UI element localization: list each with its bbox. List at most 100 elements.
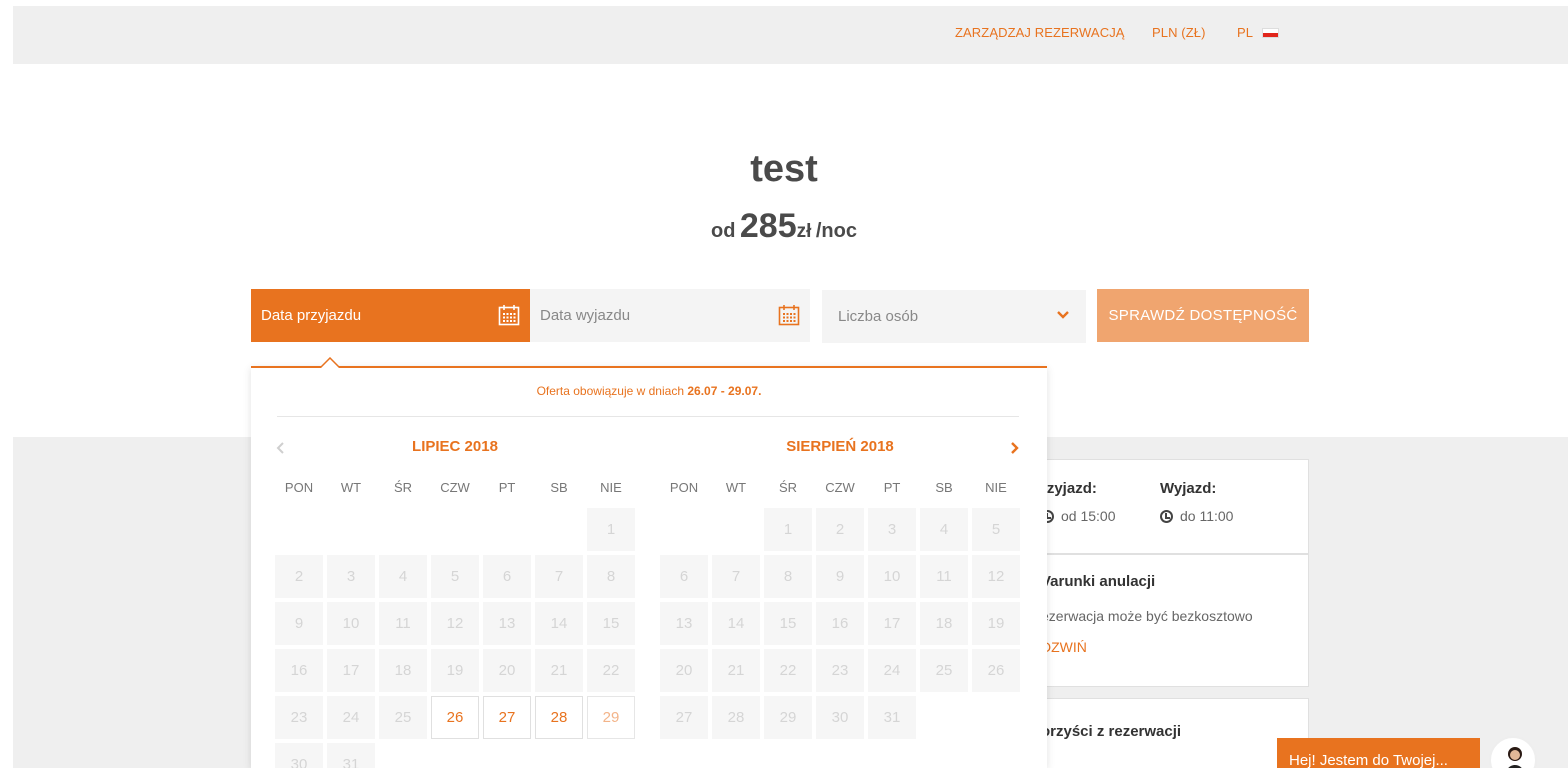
weekday-label: ŚR — [393, 480, 413, 495]
day-grid: 1 2 3 4 5 6 7 8 9 10 11 12 13 14 15 16 17 18 19 20 21 22 23 24 2… — [275, 508, 635, 768]
price-suffix: /noc — [815, 220, 857, 242]
weekday-row: PON WT ŚR CZW PT SB NIE — [275, 480, 635, 496]
calendar-day: 12 — [972, 555, 1020, 598]
calendar-day: 11 — [920, 555, 968, 598]
weekday-label: NIE — [985, 480, 1007, 495]
benefits-card: orzyści z rezerwacji — [1040, 698, 1309, 768]
calendar-day: 30 — [816, 696, 864, 739]
calendar-day: 15 — [587, 602, 635, 645]
departure-heading: Wyjazd: — [1160, 480, 1217, 497]
empty-cell — [327, 508, 375, 551]
expand-link[interactable]: DZWIŃ — [1041, 639, 1087, 655]
calendar-day: 10 — [327, 602, 375, 645]
departure-time-text: do 11:00 — [1180, 508, 1234, 524]
datepicker-caret — [320, 357, 340, 368]
calendar-day[interactable]: 29 — [587, 696, 635, 739]
calendar-day: 23 — [816, 649, 864, 692]
chevron-left-icon[interactable] — [275, 441, 287, 455]
weekday-label: WT — [725, 480, 747, 495]
chevron-right-icon[interactable] — [1008, 441, 1020, 455]
check-availability-button[interactable]: SPRAWDŹ DOSTĘPNOŚĆ — [1097, 289, 1309, 342]
datepicker-popup: Oferta obowiązuje w dniach 26.07 - 29.07… — [251, 366, 1047, 768]
calendar-day[interactable]: 27 — [483, 696, 531, 739]
weekday-label: CZW — [440, 480, 470, 495]
calendar-day: 24 — [868, 649, 916, 692]
calendar-day: 30 — [275, 743, 323, 768]
price-currency: zł — [796, 221, 812, 242]
arrival-heading: rzyjazd: — [1041, 480, 1097, 497]
calendar-day: 16 — [816, 602, 864, 645]
person-icon — [1508, 747, 1522, 768]
calendar-day: 9 — [275, 602, 323, 645]
price-value: 285 — [739, 207, 797, 245]
checkin-checkout-card: rzyjazd: od 15:00 Wyjazd: do 11:00 — [1040, 459, 1309, 554]
calendar-day: 24 — [327, 696, 375, 739]
calendar-day: 13 — [660, 602, 708, 645]
cancellation-text: ezerwacja może być bezkosztowo — [1041, 608, 1253, 624]
calendar-day: 1 — [587, 508, 635, 551]
arrival-date-field[interactable]: Data przyjazdu — [251, 289, 530, 342]
guests-label: Liczba osób — [838, 308, 919, 325]
calendar-day: 2 — [816, 508, 864, 551]
calendar-day: 3 — [868, 508, 916, 551]
calendar-day: 3 — [327, 555, 375, 598]
weekday-label: NIE — [600, 480, 622, 495]
calendar-day: 4 — [379, 555, 427, 598]
weekday-label: ŚR — [778, 480, 798, 495]
calendar-day[interactable]: 26 — [431, 696, 479, 739]
weekday-label: PON — [284, 480, 314, 495]
empty-cell — [275, 508, 323, 551]
calendar-icon — [778, 305, 800, 326]
cancellation-card: Varunki anulacji ezerwacja może być bezk… — [1040, 554, 1309, 687]
calendar-day: 22 — [587, 649, 635, 692]
day-grid: 1 2 3 4 5 6 7 8 9 10 11 12 13 14 15 16 17 18 19 20 21 22 23 24 2… — [660, 508, 1020, 739]
calendar-day: 19 — [431, 649, 479, 692]
poland-flag-icon — [1262, 27, 1280, 38]
currency-selector[interactable]: PLN (ZŁ) — [1152, 25, 1206, 40]
calendar-day: 27 — [660, 696, 708, 739]
calendar-day: 6 — [660, 555, 708, 598]
month-august: SIERPIEŃ 2018 PON WT ŚR CZW PT SB NIE 12345678… — [660, 438, 1020, 739]
arrival-date-label: Data przyjazdu — [261, 307, 362, 324]
arrival-time: od 15:00 — [1041, 508, 1116, 524]
calendar-day: 8 — [764, 555, 812, 598]
weekday-row: PON WT ŚR CZW PT SB NIE — [660, 480, 1020, 496]
month-title: SIERPIEŃ 2018 — [786, 438, 894, 455]
departure-time: do 11:00 — [1160, 508, 1233, 524]
language-selector[interactable]: PL — [1237, 25, 1280, 40]
calendar-day: 8 — [587, 555, 635, 598]
departure-date-field[interactable]: Data wyjazdu — [530, 289, 810, 342]
month-july: LIPIEC 2018 PON WT ŚR CZW PT SB NIE 1234567891… — [275, 438, 635, 768]
calendar-day: 7 — [712, 555, 760, 598]
page-title: test — [750, 148, 818, 190]
month-title: LIPIEC 2018 — [412, 438, 498, 455]
calendar-day: 18 — [379, 649, 427, 692]
calendar-day: 22 — [764, 649, 812, 692]
calendar-day: 7 — [535, 555, 583, 598]
calendar-day: 12 — [431, 602, 479, 645]
calendar-day[interactable]: 28 — [535, 696, 583, 739]
calendar-day: 21 — [712, 649, 760, 692]
divider — [277, 416, 1019, 417]
empty-cell — [535, 508, 583, 551]
calendar-day: 14 — [712, 602, 760, 645]
calendar-day: 5 — [431, 555, 479, 598]
calendar-day: 1 — [764, 508, 812, 551]
weekday-label: PT — [883, 480, 901, 495]
calendar-icon — [498, 305, 520, 326]
calendar-day: 31 — [868, 696, 916, 739]
chat-widget-bubble[interactable]: Hej! Jestem do Twojej... — [1277, 738, 1480, 768]
calendar-day: 5 — [972, 508, 1020, 551]
guests-select[interactable]: Liczba osób — [822, 290, 1086, 343]
calendar-day: 23 — [275, 696, 323, 739]
empty-cell — [712, 508, 760, 551]
calendar-day: 4 — [920, 508, 968, 551]
calendar-day: 9 — [816, 555, 864, 598]
calendar-day: 6 — [483, 555, 531, 598]
weekday-label: SB — [935, 480, 953, 495]
calendar-day: 31 — [327, 743, 375, 768]
calendar-day: 21 — [535, 649, 583, 692]
arrival-time-text: od 15:00 — [1061, 508, 1116, 524]
calendar-day: 10 — [868, 555, 916, 598]
manage-booking-link[interactable]: ZARZĄDZAJ REZERWACJĄ — [955, 25, 1125, 40]
